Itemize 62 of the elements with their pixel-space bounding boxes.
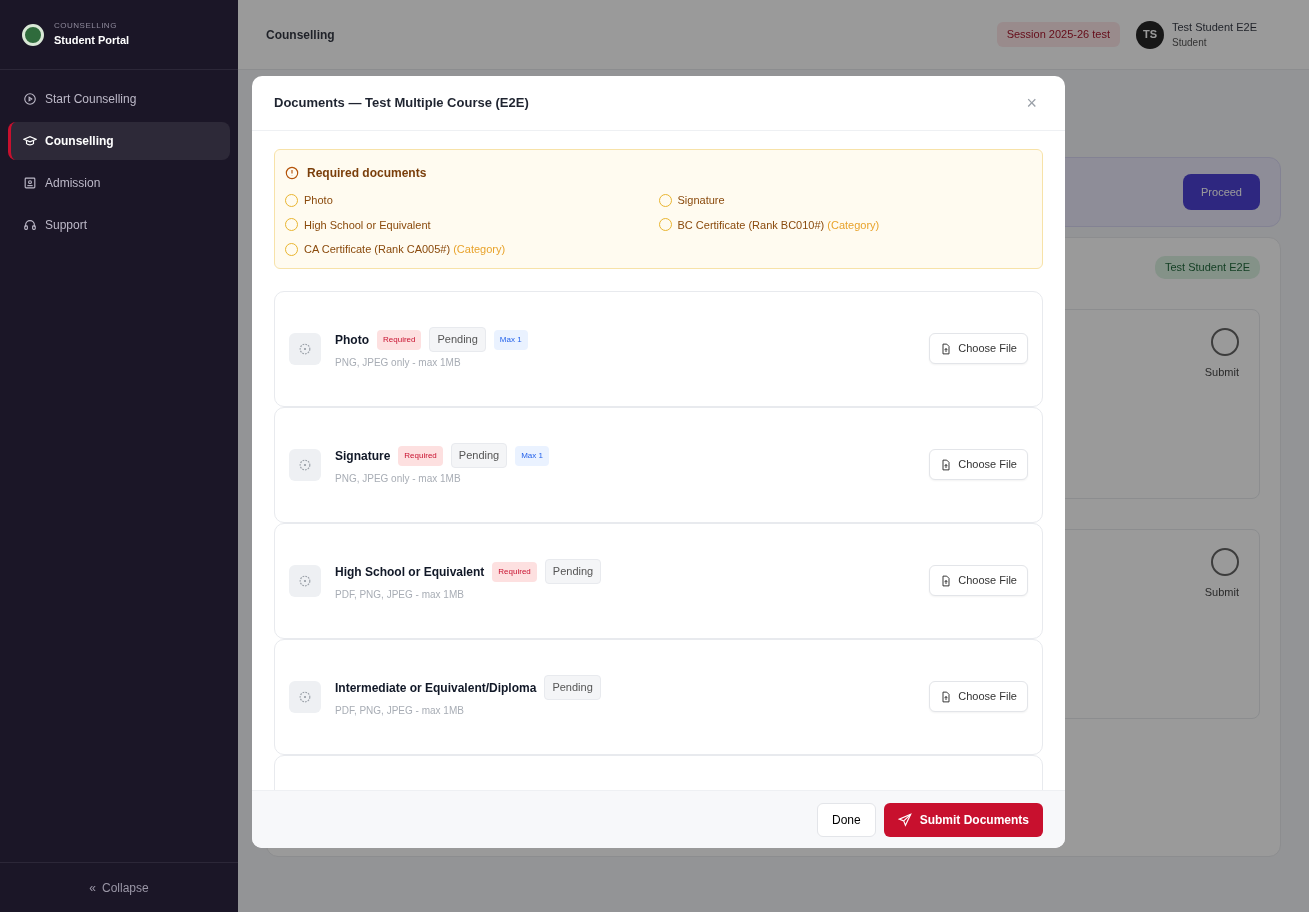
limit-tag: Max 1 [493, 329, 528, 350]
sidebar-item[interactable]: Support [8, 206, 230, 244]
dashed-circle-icon [298, 689, 312, 704]
notice-item: Photo [304, 193, 333, 208]
file-hint: PNG, JPEG only - max 1MB [335, 471, 462, 486]
notice-item: BC Certificate (Rank BC010#) (Category) [677, 217, 880, 233]
status-tag: Pending [544, 675, 601, 700]
step-label: Submit [1204, 364, 1239, 380]
document-name: Photo [335, 331, 369, 349]
submit-button[interactable]: Submit Documents [883, 802, 1043, 837]
dashed-circle-icon [298, 457, 312, 472]
avatar: TS [1136, 20, 1164, 49]
step-label: Submit [1204, 584, 1239, 600]
app-title: Student Portal [54, 33, 130, 49]
headset-icon [23, 218, 37, 232]
required-tag: Required [398, 445, 443, 466]
file-hint: PDF, PNG, JPEG - max 1MB [335, 703, 465, 718]
play-icon [23, 92, 37, 106]
file-icon [940, 574, 953, 587]
file-icon [940, 690, 953, 703]
choose-file-button[interactable]: Choose File [929, 681, 1028, 712]
page-title: Counselling [266, 26, 335, 44]
alert-icon [285, 166, 299, 180]
file-hint: PNG, JPEG only - max 1MB [335, 355, 462, 370]
graduation-cap-icon [23, 134, 37, 148]
choose-file-button[interactable]: Choose File [929, 449, 1028, 480]
limit-tag: Max 1 [515, 445, 549, 466]
app-kicker: COUNSELLING [54, 20, 118, 33]
file-icon [940, 342, 953, 355]
status-tag: Pending [429, 327, 486, 352]
modal-title: Documents — Test Multiple Course (E2E) [274, 94, 529, 113]
step-circle [1211, 547, 1239, 576]
proceed-button[interactable]: Proceed [1183, 173, 1260, 211]
choose-file-button[interactable]: Choose File [929, 565, 1028, 596]
session-badge: Session 2025-26 test [996, 22, 1120, 47]
document-name: Intermediate or Equivalent/Diploma [335, 679, 537, 697]
status-tag: Pending [544, 559, 602, 584]
dashed-circle-icon [298, 341, 312, 356]
sidebar-item[interactable]: Start Counselling [8, 80, 230, 118]
notice-title: Required documents [307, 165, 427, 182]
file-hint: PDF, PNG, JPEG - max 1MB [335, 587, 465, 602]
sidebar-item[interactable]: Counselling [8, 122, 230, 160]
id-card-icon [23, 176, 37, 190]
required-tag: Required [492, 561, 537, 582]
choose-file-button[interactable]: Choose File [929, 333, 1028, 364]
student-badge: Test Student E2E [1155, 256, 1260, 279]
send-icon [897, 812, 912, 827]
document-name: High School or Equivalent [335, 563, 485, 581]
required-tag: Required [377, 329, 422, 350]
dashed-circle-icon [298, 573, 312, 588]
status-tag: Pending [450, 443, 508, 468]
sidebar-item[interactable]: Admission [8, 164, 230, 202]
document-name: Signature [335, 447, 391, 465]
notice-item: Signature [677, 193, 725, 208]
step-circle [1211, 327, 1239, 356]
notice-item: CA Certificate (Rank CA005#) (Category) [304, 242, 506, 257]
user-role: Student [1172, 36, 1208, 51]
notice-item: High School or Equivalent [304, 217, 431, 233]
file-icon [940, 458, 953, 471]
done-button[interactable]: Done [816, 802, 876, 837]
logo-icon [22, 23, 44, 46]
user-name: Test Student E2E [1172, 19, 1257, 35]
